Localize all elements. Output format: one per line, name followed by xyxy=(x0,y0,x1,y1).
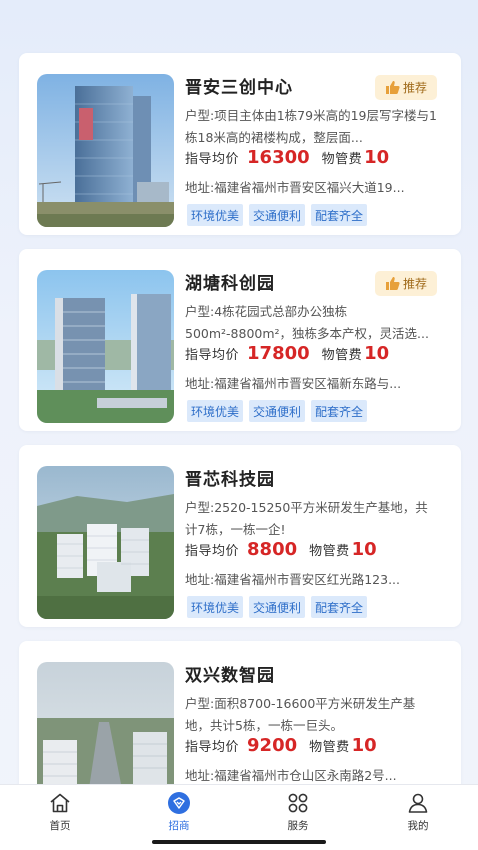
property-description: 户型:项目主体由1栋79米高的19层写字楼与1栋18米高的裙楼构成，整层面... xyxy=(185,108,437,145)
property-card[interactable]: 湖塘科创园 推荐 户型:4栋花园式总部办公独栋500m²-8800m²，独栋多本… xyxy=(19,249,461,431)
price-value: 17800 xyxy=(247,343,310,364)
property-image xyxy=(37,466,174,619)
tag: 环境优美 xyxy=(187,400,244,422)
property-address: 地址:福建省福州市仓山区永南路2号... xyxy=(185,768,397,783)
badge-label: 推荐 xyxy=(402,81,427,95)
investment-icon xyxy=(168,792,190,814)
tag: 交通便利 xyxy=(249,596,306,618)
property-title: 晋芯科技园 xyxy=(185,470,275,490)
tag: 环境优美 xyxy=(187,204,244,226)
home-icon xyxy=(50,793,70,813)
property-address: 地址:福建省福州市晋安区福新东路与... xyxy=(185,376,402,391)
tab-label: 招商 xyxy=(168,820,190,832)
fee-value: 10 xyxy=(364,147,390,168)
tab-label: 首页 xyxy=(49,820,71,832)
grid-icon xyxy=(288,793,308,813)
fee-label: 物管费 xyxy=(309,544,350,559)
tag-list: 环境优美 交通便利 配套齐全 xyxy=(187,204,373,226)
property-list: 晋安三创中心 推荐 户型:项目主体由1栋79米高的19层写字楼与1栋18米高的裙… xyxy=(0,0,478,784)
price-label: 指导均价 xyxy=(185,152,240,167)
property-description: 户型:面积8700-16600平方米研发生产基地，共计5栋，一栋一巨头。 xyxy=(185,696,416,733)
property-card[interactable]: 晋芯科技园 户型:2520-15250平方米研发生产基地，共计7栋，一栋一企! … xyxy=(19,445,461,627)
price-label: 指导均价 xyxy=(185,348,240,363)
price-label: 指导均价 xyxy=(185,544,240,559)
tag: 交通便利 xyxy=(249,400,306,422)
fee-value: 10 xyxy=(351,735,377,756)
tab-label: 服务 xyxy=(287,820,309,832)
property-image xyxy=(37,662,174,784)
property-address: 地址:福建省福州市晋安区红光路123... xyxy=(185,572,400,587)
price-value: 16300 xyxy=(247,147,310,168)
home-indicator[interactable] xyxy=(152,840,326,844)
price-row: 指导均价 8800 物管费 10 xyxy=(185,539,377,560)
user-icon xyxy=(408,793,428,813)
tag: 交通便利 xyxy=(249,204,306,226)
price-row: 指导均价 17800 物管费 10 xyxy=(185,343,389,364)
tag: 配套齐全 xyxy=(311,400,368,422)
fee-value: 10 xyxy=(351,539,377,560)
tag: 配套齐全 xyxy=(311,596,368,618)
property-image xyxy=(37,74,174,227)
fee-label: 物管费 xyxy=(321,152,363,167)
property-image xyxy=(37,270,174,423)
property-title: 湖塘科创园 xyxy=(185,274,275,294)
tag: 环境优美 xyxy=(187,596,244,618)
property-title: 晋安三创中心 xyxy=(185,78,293,98)
fee-label: 物管费 xyxy=(309,740,350,755)
price-value: 8800 xyxy=(247,539,298,560)
price-label: 指导均价 xyxy=(185,740,240,755)
tab-investment[interactable]: 招商 xyxy=(149,791,209,833)
tab-label: 我的 xyxy=(407,820,429,832)
property-card[interactable]: 晋安三创中心 推荐 户型:项目主体由1栋79米高的19层写字楼与1栋18米高的裙… xyxy=(19,53,461,235)
property-card[interactable]: 双兴数智园 户型:面积8700-16600平方米研发生产基地，共计5栋，一栋一巨… xyxy=(19,641,461,784)
property-description: 户型:2520-15250平方米研发生产基地，共计7栋，一栋一企! xyxy=(185,500,428,537)
recommend-badge: 推荐 xyxy=(375,75,437,100)
badge-label: 推荐 xyxy=(402,277,427,291)
property-description: 户型:4栋花园式总部办公独栋500m²-8800m²，独栋多本产权，灵活选... xyxy=(185,304,429,341)
tag-list: 环境优美 交通便利 配套齐全 xyxy=(187,400,373,422)
property-address: 地址:福建省福州市晋安区福兴大道19... xyxy=(185,180,405,195)
fee-label: 物管费 xyxy=(321,348,363,363)
tab-profile[interactable]: 我的 xyxy=(388,791,448,833)
property-title: 双兴数智园 xyxy=(185,666,275,686)
tag-list: 环境优美 交通便利 配套齐全 xyxy=(187,596,373,618)
tab-services[interactable]: 服务 xyxy=(268,791,328,833)
recommend-badge: 推荐 xyxy=(375,271,437,296)
fee-value: 10 xyxy=(364,343,390,364)
thumbs-up-icon xyxy=(385,277,400,290)
tag: 配套齐全 xyxy=(311,204,368,226)
price-row: 指导均价 9200 物管费 10 xyxy=(185,735,377,756)
price-value: 9200 xyxy=(247,735,298,756)
price-row: 指导均价 16300 物管费 10 xyxy=(185,147,389,168)
tab-home[interactable]: 首页 xyxy=(30,791,90,833)
thumbs-up-icon xyxy=(385,81,400,94)
